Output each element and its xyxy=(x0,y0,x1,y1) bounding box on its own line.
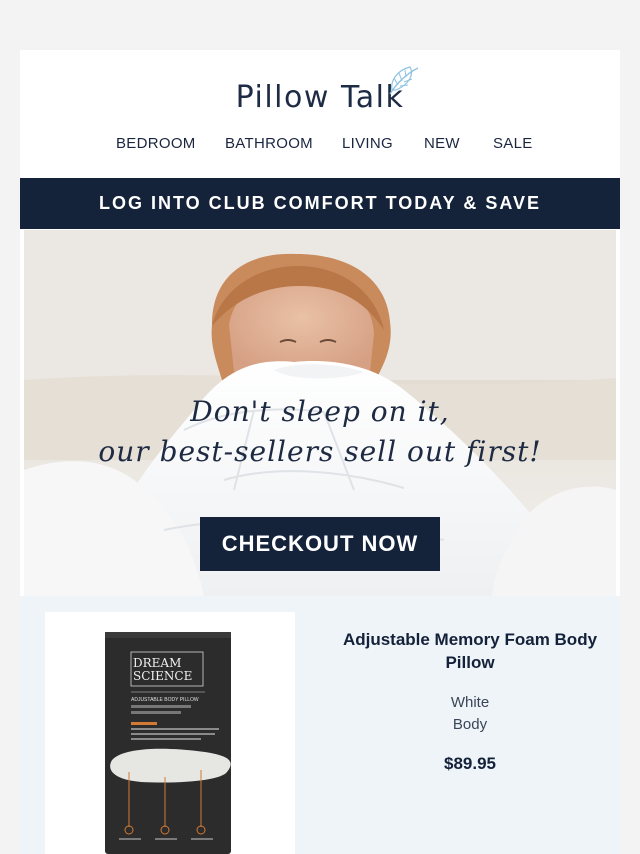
nav-item-new[interactable]: NEW xyxy=(424,135,460,152)
product-color: White xyxy=(450,694,490,711)
box-product-line: ADJUSTABLE BODY PILLOW xyxy=(131,697,199,703)
brand-name: Pillow Talk xyxy=(235,80,405,115)
product-box-image: DREAM SCIENCE ADJUSTABLE BODY PILLOW xyxy=(105,632,231,854)
feather-icon xyxy=(389,66,419,95)
product-title[interactable]: Adjustable Memory Foam Body Pillow xyxy=(320,628,620,674)
product-info: Adjustable Memory Foam Body Pillow White… xyxy=(320,628,620,774)
hero[interactable]: Don't sleep on it, our best-sellers sell… xyxy=(24,230,616,596)
email-container: Pillow Talk BEDROOM BATHROOM LIVING NEW … xyxy=(20,50,620,854)
nav-item-sale[interactable]: SALE xyxy=(493,135,533,152)
hero-headline: Don't sleep on it, our best-sellers sell… xyxy=(24,392,616,472)
main-nav: BEDROOM BATHROOM LIVING NEW SALE xyxy=(20,135,620,157)
nav-item-living[interactable]: LIVING xyxy=(342,135,393,152)
product-card[interactable]: DREAM SCIENCE ADJUSTABLE BODY PILLOW Adj… xyxy=(20,596,620,854)
box-brand-line-1: DREAM xyxy=(133,656,181,670)
nav-item-bedroom[interactable]: BEDROOM xyxy=(116,135,196,152)
logo[interactable]: Pillow Talk xyxy=(20,66,620,115)
hero-headline-line-1: Don't sleep on it, xyxy=(190,395,450,428)
hero-headline-line-2: our best-sellers sell out first! xyxy=(98,435,542,468)
checkout-now-button[interactable]: CHECKOUT NOW xyxy=(200,517,440,571)
nav-item-bathroom[interactable]: BATHROOM xyxy=(225,135,313,152)
box-brand-line-2: SCIENCE xyxy=(133,669,192,683)
product-price: $89.95 xyxy=(444,754,496,773)
product-size: Body xyxy=(452,716,488,733)
club-comfort-banner[interactable]: LOG INTO CLUB COMFORT TODAY & SAVE xyxy=(20,178,620,229)
product-image[interactable]: DREAM SCIENCE ADJUSTABLE BODY PILLOW xyxy=(45,612,295,854)
